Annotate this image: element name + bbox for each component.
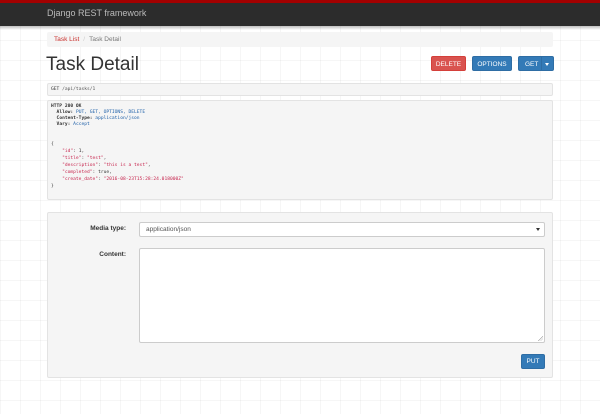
select-caret-icon — [536, 228, 540, 231]
content-label: Content: — [99, 251, 126, 258]
delete-button[interactable]: DELETE — [431, 56, 466, 71]
navbar: Django REST framework — [0, 0, 600, 26]
content-textarea[interactable] — [139, 248, 545, 343]
response-field-title: "title": "test", — [62, 156, 107, 161]
get-button-divider — [541, 57, 542, 70]
response-field-description: "description": "this is a test", — [62, 163, 151, 168]
breadcrumb-separator: / — [83, 36, 86, 43]
brand-link[interactable]: Django REST framework — [47, 8, 146, 18]
breadcrumb-item-task-detail: Task Detail — [89, 36, 121, 43]
get-button-label: GET — [525, 61, 539, 68]
request-method: GET — [51, 87, 60, 92]
request-info: GET /api/tasks/1 — [47, 83, 553, 96]
media-type-select[interactable]: application/json — [139, 222, 545, 237]
response-header-vary: Vary: Accept — [56, 122, 90, 127]
put-button[interactable]: PUT — [521, 354, 545, 369]
media-type-value: application/json — [146, 226, 191, 233]
breadcrumb: Task List / Task Detail — [47, 32, 553, 47]
response-field-id: "id": 1, — [62, 149, 85, 154]
media-type-label: Media type: — [90, 225, 126, 232]
request-path: /api/tasks/1 — [62, 87, 96, 92]
navbar-shadow — [0, 26, 600, 30]
response-open-brace: { — [51, 142, 54, 147]
resize-grip-icon[interactable] — [538, 336, 543, 341]
response-info: HTTP 200 OK Allow: PUT, GET, OPTIONS, DE… — [47, 100, 553, 200]
get-button[interactable]: GET — [518, 56, 554, 71]
response-field-create-date: "create_date": "2016-08-23T15:28:24.0180… — [62, 177, 184, 182]
breadcrumb-item-task-list[interactable]: Task List — [54, 36, 79, 43]
page-title: Task Detail — [46, 54, 139, 75]
response-field-completed: "completed": true, — [62, 170, 112, 175]
response-close-brace: } — [51, 184, 54, 189]
options-button[interactable]: OPTIONS — [472, 56, 512, 71]
chevron-down-icon[interactable] — [545, 63, 549, 66]
